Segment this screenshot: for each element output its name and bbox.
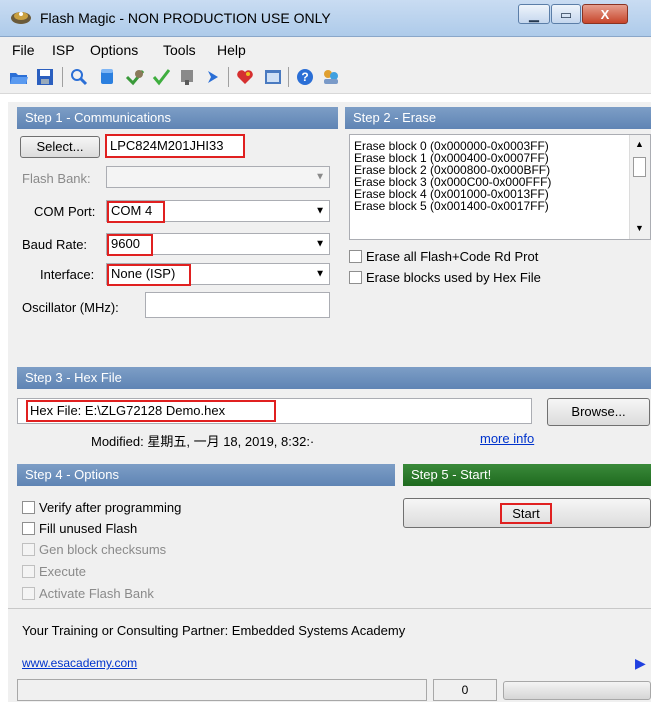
minimize-button[interactable]: ▁ — [518, 4, 550, 24]
chevron-down-icon: ▼ — [315, 205, 325, 217]
execute-option: Execute — [22, 564, 86, 579]
fill-label: Fill unused Flash — [39, 521, 138, 536]
help-icon[interactable]: ? — [294, 66, 316, 88]
activate-bank-label: Activate Flash Bank — [39, 586, 154, 601]
fill-option[interactable]: Fill unused Flash — [22, 521, 137, 536]
arrow-right-icon[interactable]: ▶ — [635, 655, 646, 672]
esacademy-link[interactable]: www.esacademy.com — [22, 656, 137, 670]
scroll-up-icon[interactable]: ▲ — [635, 139, 644, 149]
baud-rate-select[interactable]: 9600 ▼ — [106, 233, 330, 256]
interface-select[interactable]: None (ISP) ▼ — [106, 263, 330, 286]
erase-all-option[interactable]: Erase all Flash+Code Rd Prot — [349, 249, 538, 264]
activate-bank-option: Activate Flash Bank — [22, 586, 154, 601]
oscillator-label: Oscillator (MHz): — [22, 300, 119, 315]
list-item[interactable]: Erase block 5 (0x001400-0x0017FF) — [350, 200, 630, 212]
status-bar-main — [17, 679, 427, 701]
erase-used-checkbox[interactable] — [349, 271, 362, 284]
com-port-label: COM Port: — [34, 204, 96, 219]
menu-help[interactable]: Help — [217, 42, 246, 58]
more-info-link[interactable]: more info — [480, 431, 534, 446]
gen-checksums-option: Gen block checksums — [22, 542, 166, 557]
verify-option[interactable]: Verify after programming — [22, 500, 181, 515]
start-label: Start — [500, 503, 552, 524]
erase-icon[interactable] — [96, 66, 118, 88]
interface-label: Interface: — [40, 267, 95, 282]
menu-file[interactable]: File — [12, 42, 35, 58]
browse-button[interactable]: Browse... — [547, 398, 650, 426]
step3-header: Step 3 - Hex File — [17, 367, 651, 389]
close-button[interactable]: X — [582, 4, 628, 24]
flash-magic-logo-icon — [10, 9, 32, 25]
flag-icon[interactable] — [176, 66, 198, 88]
flash-bank-label: Flash Bank: — [22, 171, 91, 186]
chevron-down-icon: ▼ — [315, 268, 325, 280]
com-port-select[interactable]: COM 4 ▼ — [106, 200, 330, 223]
save-icon[interactable] — [34, 66, 56, 88]
verify-icon[interactable] — [124, 66, 146, 88]
gen-checksums-checkbox — [22, 543, 35, 556]
hex-file-row: Hex File: E:\ZLG72128 Demo.hex — [17, 398, 532, 424]
toolbar-separator — [288, 67, 289, 87]
flash-bank-select[interactable]: ▼ — [106, 166, 330, 188]
gen-checksums-label: Gen block checksums — [39, 542, 167, 557]
open-icon[interactable] — [8, 66, 30, 88]
svg-text:?: ? — [301, 70, 308, 84]
select-device-button[interactable]: Select... — [20, 136, 100, 158]
status-count: 0 — [433, 679, 497, 701]
check-icon[interactable] — [150, 66, 172, 88]
divider — [8, 608, 651, 609]
terminal-icon[interactable] — [262, 66, 284, 88]
erase-used-label: Erase blocks used by Hex File — [366, 270, 541, 285]
oscillator-input[interactable] — [145, 292, 330, 318]
toolbar-separator — [228, 67, 229, 87]
hex-file-label: Hex File: — [30, 403, 82, 418]
progress-bar — [503, 681, 651, 700]
device-field[interactable]: LPC824M201JHI33 — [105, 134, 245, 158]
scroll-thumb[interactable] — [633, 157, 646, 177]
maximize-button[interactable]: ▭ — [551, 4, 581, 24]
menu-options[interactable]: Options — [90, 42, 138, 58]
execute-label: Execute — [39, 564, 86, 579]
step5-header: Step 5 - Start! — [403, 464, 651, 486]
baud-rate-value: 9600 — [107, 234, 153, 256]
erase-all-checkbox[interactable] — [349, 250, 362, 263]
step1-header: Step 1 - Communications — [17, 107, 338, 129]
erase-all-label: Erase all Flash+Code Rd Prot — [366, 249, 539, 264]
fill-checkbox[interactable] — [22, 522, 35, 535]
hex-file-value: E:\ZLG72128 Demo.hex — [84, 403, 226, 418]
modified-text: Modified: 星期五, 一月 18, 2019, 8:32:· — [91, 434, 315, 449]
step2-header: Step 2 - Erase — [345, 107, 651, 129]
window-title: Flash Magic - NON PRODUCTION USE ONLY — [40, 10, 331, 26]
go-icon[interactable] — [202, 66, 224, 88]
com-port-value: COM 4 — [107, 201, 165, 223]
step4-header: Step 4 - Options — [17, 464, 395, 486]
chevron-down-icon: ▼ — [315, 238, 325, 250]
users-icon[interactable] — [320, 66, 342, 88]
execute-checkbox — [22, 565, 35, 578]
start-button[interactable]: Start — [403, 498, 651, 528]
erase-blocks-list[interactable]: Erase block 0 (0x000000-0x0003FF) Erase … — [349, 134, 651, 240]
search-icon[interactable] — [68, 66, 90, 88]
list-scrollbar[interactable]: ▲ ▼ — [629, 135, 650, 239]
menu-tools[interactable]: Tools — [163, 42, 196, 58]
chevron-down-icon: ▼ — [315, 171, 325, 183]
scroll-down-icon[interactable]: ▼ — [635, 223, 644, 233]
verify-checkbox[interactable] — [22, 501, 35, 514]
hex-file-box[interactable]: Hex File: E:\ZLG72128 Demo.hex — [26, 400, 276, 422]
interface-value: None (ISP) — [107, 264, 191, 286]
toolbar-separator — [62, 67, 63, 87]
menu-isp[interactable]: ISP — [52, 42, 75, 58]
baud-rate-label: Baud Rate: — [22, 237, 88, 252]
erase-used-option[interactable]: Erase blocks used by Hex File — [349, 270, 541, 285]
heart-icon[interactable] — [234, 66, 256, 88]
activate-bank-checkbox — [22, 587, 35, 600]
verify-label: Verify after programming — [39, 500, 182, 515]
partner-text: Your Training or Consulting Partner: Emb… — [22, 623, 406, 638]
